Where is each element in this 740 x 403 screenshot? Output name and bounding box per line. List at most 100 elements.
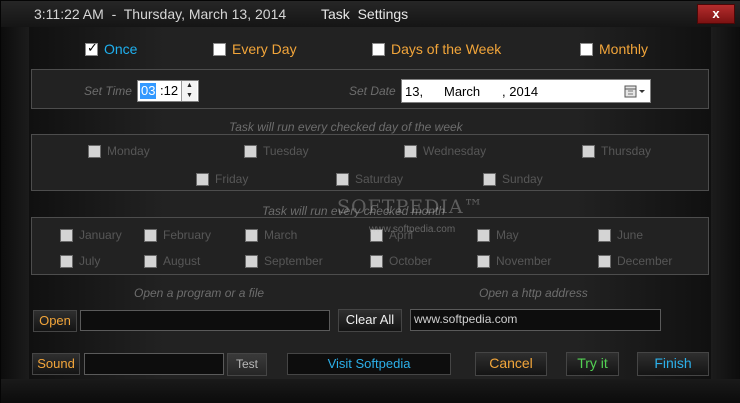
every-day-label: Every Day — [232, 41, 297, 57]
august-label: August — [163, 254, 201, 268]
once-label: Once — [104, 41, 138, 57]
may-label: May — [496, 228, 519, 242]
march-checkbox[interactable] — [245, 228, 258, 242]
thursday-checkbox[interactable] — [582, 144, 595, 158]
time-spinner[interactable]: ▲ ▼ — [181, 81, 197, 101]
once-option[interactable]: Once — [85, 41, 137, 57]
month-june[interactable]: June — [598, 228, 643, 242]
weekday-saturday[interactable]: Saturday — [336, 172, 403, 186]
month-november[interactable]: November — [477, 254, 551, 268]
program-caption: Open a program or a file — [134, 286, 265, 300]
url-input[interactable]: www.softpedia.com — [410, 309, 661, 331]
month-july[interactable]: July — [60, 254, 100, 268]
title-bar[interactable]: 3:11:22 AM - Thursday, March 13, 2014 Ta… — [1, 1, 740, 27]
august-checkbox[interactable] — [144, 254, 157, 268]
march-label: March — [264, 228, 298, 242]
sunday-checkbox[interactable] — [483, 172, 496, 186]
spin-down-icon[interactable]: ▼ — [182, 91, 197, 101]
december-label: December — [617, 254, 673, 268]
september-label: September — [264, 254, 323, 268]
every-day-option[interactable]: Every Day — [213, 41, 297, 57]
monthly-option[interactable]: Monthly — [580, 41, 648, 57]
right-frame — [711, 27, 740, 403]
weekday-thursday[interactable]: Thursday — [582, 144, 651, 158]
open-button[interactable]: Open — [33, 310, 77, 332]
calendar-icon[interactable] — [624, 84, 648, 99]
month-march[interactable]: March — [245, 228, 297, 242]
weekday-tuesday[interactable]: Tuesday — [244, 144, 309, 158]
friday-label: Friday — [215, 172, 249, 186]
january-label: January — [79, 228, 122, 242]
month-october[interactable]: October — [370, 254, 432, 268]
october-checkbox[interactable] — [370, 254, 383, 268]
monday-label: Monday — [107, 144, 150, 158]
may-checkbox[interactable] — [477, 228, 490, 242]
weekday-sunday[interactable]: Sunday — [483, 172, 543, 186]
time-minute[interactable]: :12 — [160, 83, 178, 99]
november-label: November — [496, 254, 552, 268]
wednesday-checkbox[interactable] — [404, 144, 417, 158]
program-path-input[interactable] — [80, 310, 330, 331]
time-hour[interactable]: 03 — [140, 83, 157, 99]
every-day-checkbox[interactable] — [213, 42, 226, 56]
friday-checkbox[interactable] — [196, 172, 209, 186]
set-date-label: Set Date — [349, 84, 396, 98]
december-checkbox[interactable] — [598, 254, 611, 268]
thursday-label: Thursday — [601, 144, 652, 158]
month-december[interactable]: December — [598, 254, 672, 268]
finish-button[interactable]: Finish — [637, 352, 709, 376]
month-august[interactable]: August — [144, 254, 200, 268]
july-checkbox[interactable] — [60, 254, 73, 268]
tuesday-label: Tuesday — [263, 144, 309, 158]
month-september[interactable]: September — [245, 254, 323, 268]
spin-up-icon[interactable]: ▲ — [182, 81, 197, 91]
month-february[interactable]: February — [144, 228, 211, 242]
weekdays-caption: Task will run every checked day of the w… — [229, 120, 463, 134]
sound-button[interactable]: Sound — [32, 353, 80, 375]
close-button[interactable]: x — [697, 4, 735, 24]
sunday-label: Sunday — [502, 172, 543, 186]
test-button[interactable]: Test — [227, 353, 267, 376]
september-checkbox[interactable] — [245, 254, 258, 268]
task-settings-window: 3:11:22 AM - Thursday, March 13, 2014 Ta… — [0, 0, 740, 403]
monthly-checkbox[interactable] — [580, 42, 593, 56]
clear-all-button[interactable]: Clear All — [338, 309, 402, 332]
left-frame — [1, 27, 29, 403]
february-label: February — [163, 228, 212, 242]
monthly-label: Monthly — [599, 41, 649, 57]
softpedia-watermark-url: www.softpedia.com — [369, 224, 456, 235]
date-year[interactable]: , 2014 — [502, 84, 538, 99]
weekday-wednesday[interactable]: Wednesday — [404, 144, 486, 158]
cancel-button[interactable]: Cancel — [475, 352, 547, 376]
try-it-button[interactable]: Try it — [566, 352, 619, 376]
weekday-friday[interactable]: Friday — [196, 172, 248, 186]
october-label: October — [389, 254, 432, 268]
monday-checkbox[interactable] — [88, 144, 101, 158]
month-january[interactable]: January — [60, 228, 122, 242]
days-of-week-option[interactable]: Days of the Week — [372, 41, 501, 57]
sound-path-input[interactable] — [84, 353, 224, 375]
days-of-week-checkbox[interactable] — [372, 42, 385, 56]
date-day[interactable]: 13, — [405, 84, 423, 99]
weekday-monday[interactable]: Monday — [88, 144, 150, 158]
saturday-checkbox[interactable] — [336, 172, 349, 186]
http-caption: Open a http address — [479, 286, 588, 300]
visit-softpedia-button[interactable]: Visit Softpedia — [287, 353, 451, 375]
days-of-week-label: Days of the Week — [391, 41, 502, 57]
november-checkbox[interactable] — [477, 254, 490, 268]
date-picker[interactable]: 13, March , 2014 — [401, 79, 651, 103]
wednesday-label: Wednesday — [423, 144, 487, 158]
month-may[interactable]: May — [477, 228, 519, 242]
once-checkbox[interactable] — [85, 41, 98, 56]
saturday-label: Saturday — [355, 172, 404, 186]
tuesday-checkbox[interactable] — [244, 144, 257, 158]
clock-readout: 3:11:22 AM - Thursday, March 13, 2014 — [34, 6, 287, 22]
june-checkbox[interactable] — [598, 228, 611, 242]
june-label: June — [617, 228, 644, 242]
date-month[interactable]: March — [444, 84, 480, 99]
july-label: July — [79, 254, 101, 268]
window-title: Task Settings — [321, 6, 409, 22]
january-checkbox[interactable] — [60, 228, 73, 242]
bottom-frame — [1, 379, 740, 403]
february-checkbox[interactable] — [144, 228, 157, 242]
